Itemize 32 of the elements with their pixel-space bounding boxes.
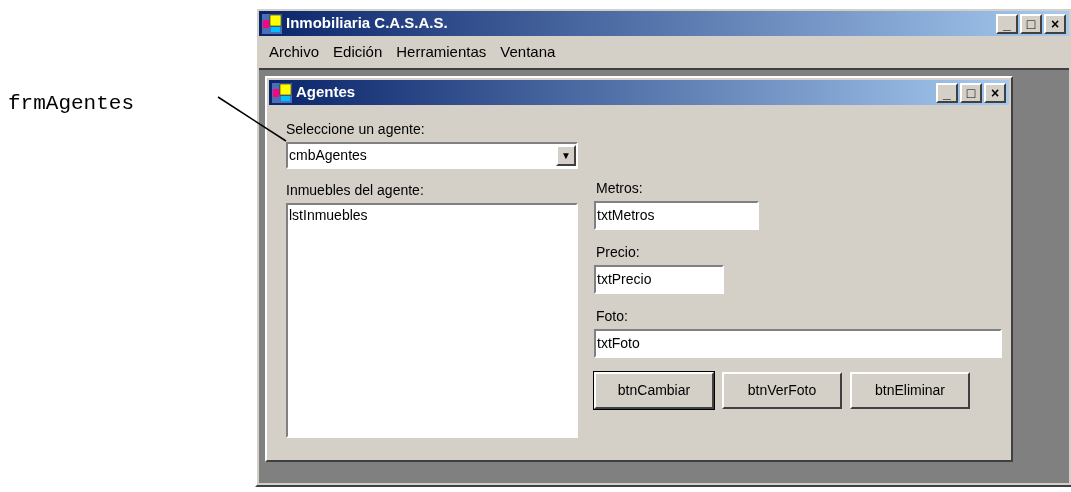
app-icon (272, 82, 292, 103)
agent-combo[interactable]: cmbAgentes ▼ (286, 142, 578, 169)
text-field[interactable]: txtPrecio (594, 265, 724, 294)
action-button[interactable]: btnCambiar (594, 372, 714, 409)
agent-label: Seleccione un agente: (286, 120, 426, 139)
menu-item[interactable]: Edición (333, 40, 383, 64)
properties-label: Inmuebles del agente: (286, 181, 425, 200)
window-title: Agentes (296, 82, 357, 103)
menu-item[interactable]: Archivo (269, 40, 320, 64)
minimize-button[interactable]: _ (936, 82, 958, 103)
action-button[interactable]: btnEliminar (850, 372, 970, 409)
field-label: Foto: (595, 307, 629, 326)
action-button[interactable]: btnVerFoto (722, 372, 842, 409)
menu-item[interactable]: Herramientas (396, 40, 487, 64)
text-field[interactable]: txtMetros (594, 201, 759, 230)
maximize-button[interactable]: □ (960, 82, 982, 103)
leader-line (217, 96, 287, 142)
close-button[interactable]: × (984, 82, 1006, 103)
dropdown-button[interactable]: ▼ (556, 145, 576, 166)
maximize-button[interactable]: □ (1020, 13, 1042, 34)
close-button[interactable]: × (1044, 13, 1066, 34)
minimize-button[interactable]: _ (996, 13, 1018, 34)
field-label: Metros: (595, 179, 644, 198)
form-name-annotation: frmAgentes (8, 92, 135, 115)
field-label: Precio: (595, 243, 641, 262)
list-item[interactable]: lstInmuebles (289, 205, 575, 226)
combo-value: cmbAgentes (288, 146, 368, 165)
menu-item[interactable]: Ventana (500, 40, 556, 64)
properties-list[interactable]: lstInmuebles (286, 203, 578, 438)
text-field[interactable]: txtFoto (594, 329, 1002, 358)
app-icon (262, 13, 282, 34)
window-title: Inmobiliaria C.A.S.A.S. (286, 13, 449, 34)
